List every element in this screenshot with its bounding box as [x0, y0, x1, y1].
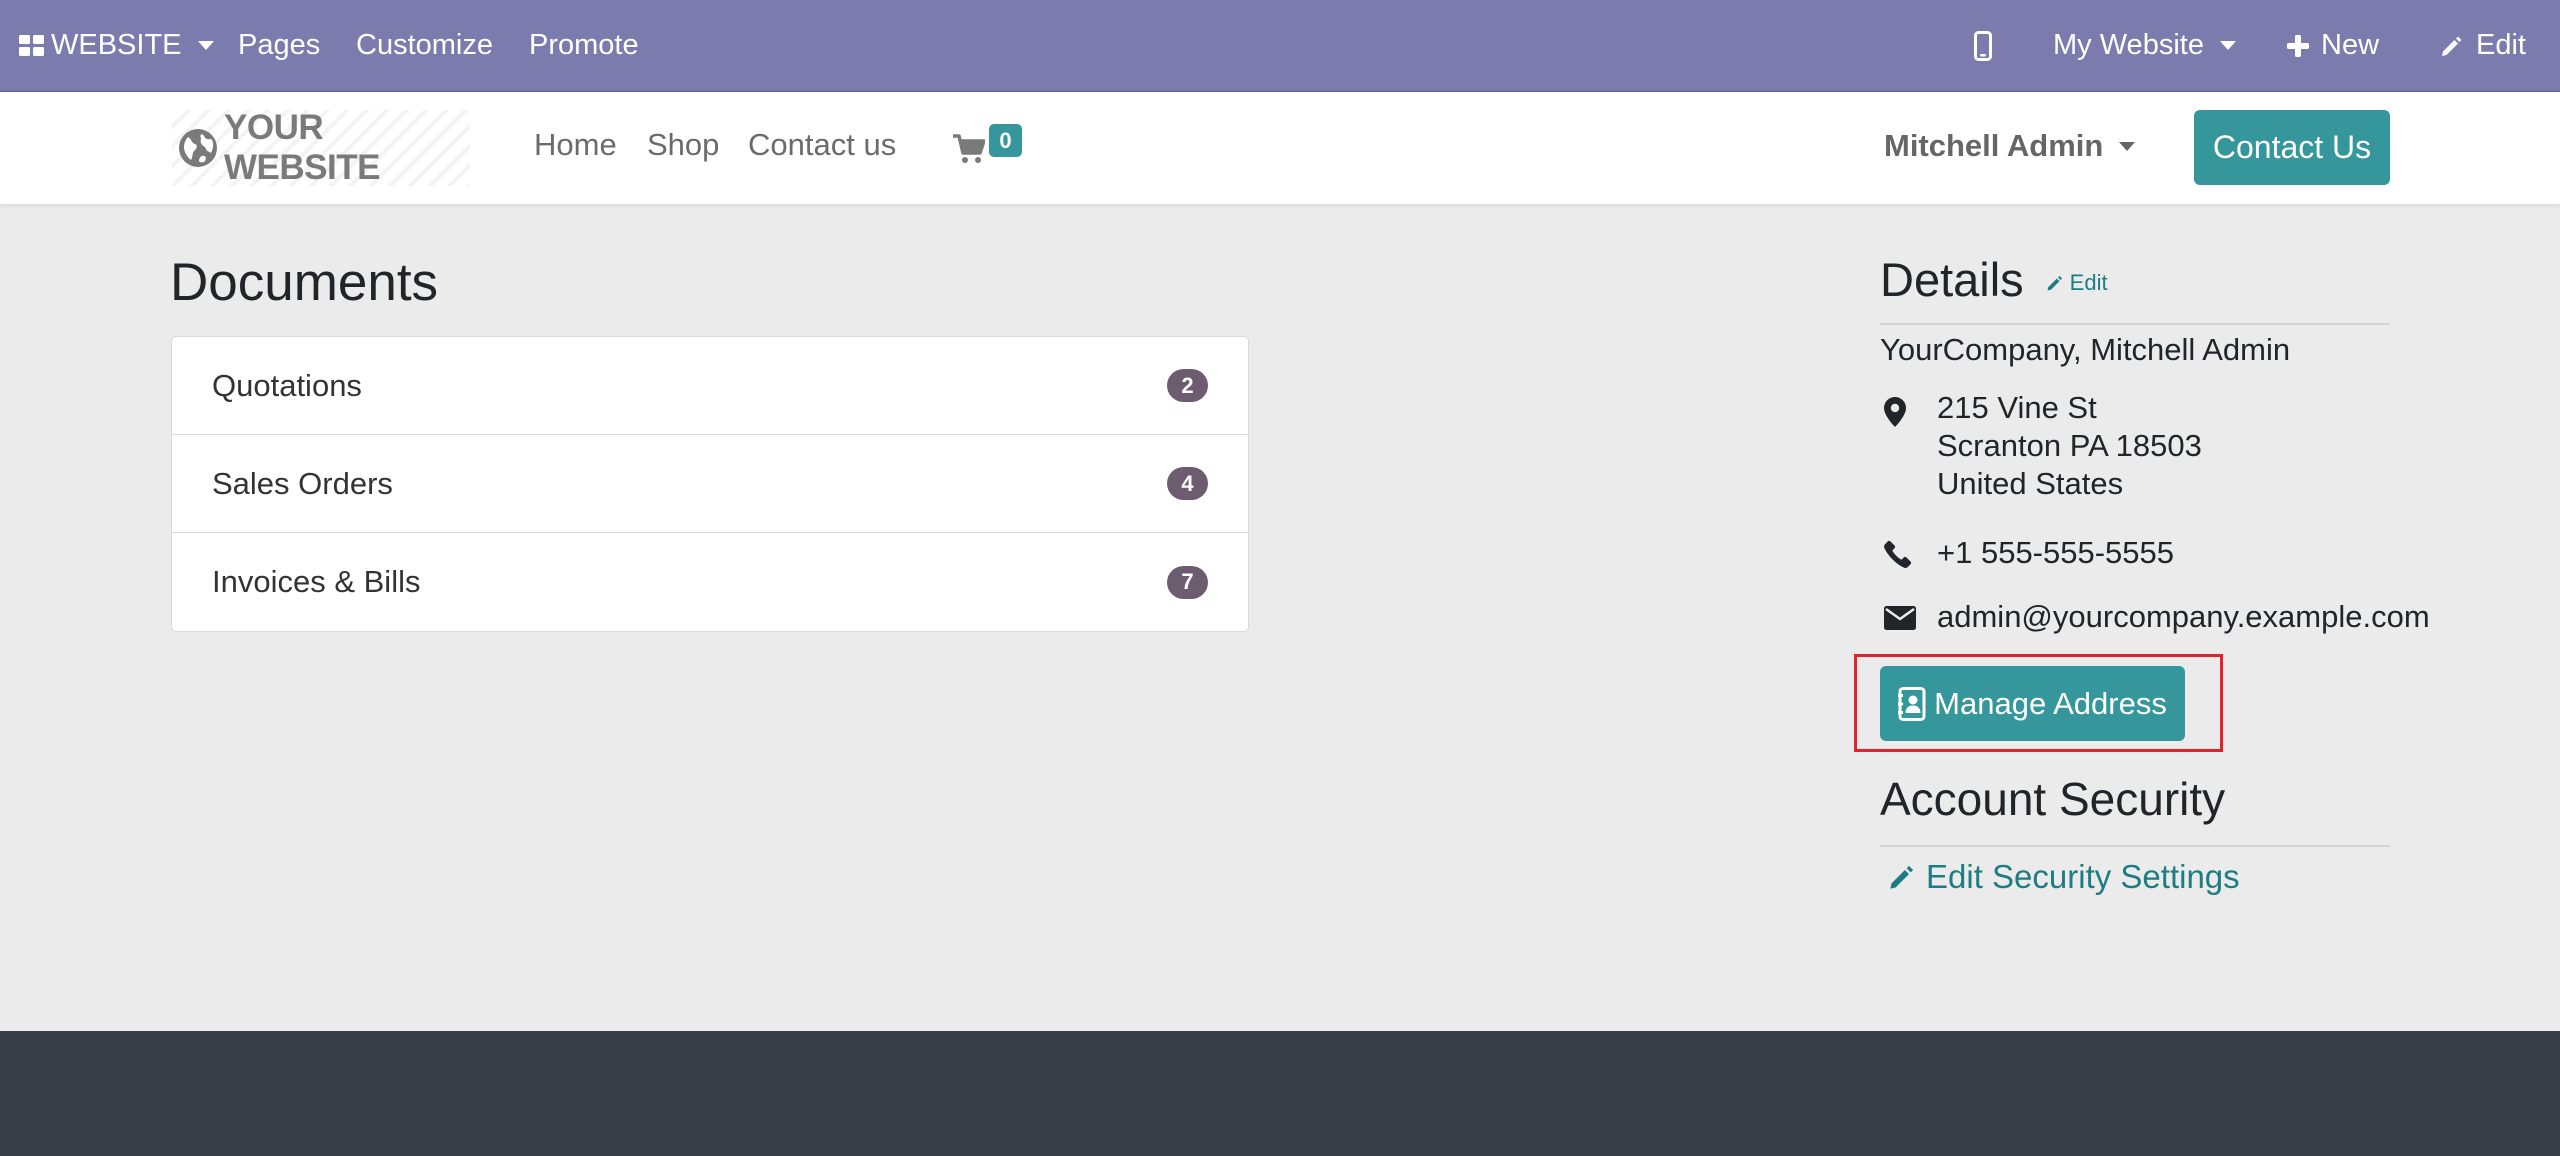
- details-edit-link[interactable]: Edit: [2046, 270, 2108, 296]
- nav-shop[interactable]: Shop: [647, 127, 719, 163]
- apps-menu[interactable]: WEBSITE: [19, 0, 214, 91]
- pencil-icon: [1888, 863, 1916, 891]
- nav-contact-us[interactable]: Contact us: [748, 127, 896, 163]
- edit-label: Edit: [2476, 29, 2526, 61]
- details-title: Details: [1880, 253, 2024, 306]
- address-city: Scranton PA 18503: [1937, 428, 2202, 463]
- new-label: New: [2321, 29, 2380, 61]
- site-logo[interactable]: YOUR WEBSITE: [172, 108, 470, 187]
- list-item-quotations[interactable]: Quotations 2: [172, 337, 1248, 435]
- envelope-icon: [1884, 606, 1916, 630]
- list-item-sales-orders[interactable]: Sales Orders 4: [172, 435, 1248, 533]
- pencil-icon: [2046, 274, 2064, 292]
- website-switcher-label: My Website: [2053, 29, 2204, 61]
- company-name: YourCompany, Mitchell Admin: [1880, 332, 2291, 367]
- documents-title: Documents: [170, 253, 439, 312]
- apps-grid-icon: [19, 34, 45, 57]
- email-address: admin@yourcompany.example.com: [1937, 599, 2430, 634]
- manage-address-label: Manage Address: [1934, 685, 2167, 721]
- chevron-down-icon: [197, 41, 214, 50]
- cart-count-badge: 0: [989, 124, 1022, 157]
- page-footer: [0, 1031, 2560, 1156]
- account-security-title: Account Security: [1880, 772, 2390, 847]
- count-badge: 2: [1167, 369, 1208, 402]
- app-name: WEBSITE: [51, 29, 182, 61]
- menu-promote[interactable]: Promote: [529, 0, 639, 91]
- contact-us-button[interactable]: Contact Us: [2194, 110, 2390, 185]
- map-marker-icon: [1884, 397, 1906, 427]
- website-switcher[interactable]: My Website: [2053, 0, 2236, 91]
- user-name: Mitchell Admin: [1884, 128, 2104, 163]
- count-badge: 4: [1167, 467, 1208, 500]
- edit-page-button[interactable]: Edit: [2440, 0, 2526, 91]
- shopping-cart-icon: [953, 134, 985, 164]
- list-item-invoices-bills[interactable]: Invoices & Bills 7: [172, 533, 1248, 631]
- menu-pages-label: Pages: [238, 29, 321, 61]
- admin-navbar: WEBSITE Pages Customize Promote My Websi…: [0, 0, 2560, 91]
- phone-icon: [1884, 540, 1912, 568]
- mobile-phone-icon: [1974, 30, 1992, 61]
- list-item-label: Invoices & Bills: [212, 564, 421, 599]
- details-edit-label: Edit: [2069, 270, 2108, 295]
- menu-promote-label: Promote: [529, 29, 639, 61]
- user-dropdown[interactable]: Mitchell Admin: [1884, 128, 2136, 164]
- globe-icon: [178, 128, 218, 168]
- address-book-icon: [1898, 686, 1926, 721]
- chevron-down-icon: [2219, 41, 2236, 50]
- details-header: Details Edit: [1880, 252, 2390, 325]
- new-content-button[interactable]: New: [2287, 0, 2379, 91]
- menu-pages[interactable]: Pages: [238, 0, 320, 91]
- plus-icon: [2287, 34, 2309, 57]
- list-item-label: Quotations: [212, 367, 362, 403]
- pencil-icon: [2440, 34, 2464, 58]
- chevron-down-icon: [2119, 141, 2136, 151]
- list-item-label: Sales Orders: [212, 465, 393, 501]
- site-header: YOUR WEBSITE: [0, 91, 2560, 204]
- nav-home[interactable]: Home: [534, 127, 617, 163]
- menu-customize[interactable]: Customize: [356, 0, 493, 91]
- phone-number: +1 555-555-5555: [1937, 535, 2175, 570]
- logo-text: YOUR WEBSITE: [224, 108, 380, 187]
- documents-list: Quotations 2 Sales Orders 4 Invoices & B…: [171, 336, 1249, 632]
- count-badge: 7: [1167, 565, 1208, 599]
- address-block: 215 Vine St Scranton PA 18503 United Sta…: [1937, 389, 2202, 503]
- address-street: 215 Vine St: [1937, 390, 2097, 425]
- edit-security-settings-label: Edit Security Settings: [1926, 858, 2240, 895]
- menu-customize-label: Customize: [356, 29, 493, 61]
- manage-address-button[interactable]: Manage Address: [1880, 666, 2185, 741]
- address-country: United States: [1937, 466, 2124, 501]
- edit-security-settings-link[interactable]: Edit Security Settings: [1888, 858, 2240, 896]
- mobile-preview-button[interactable]: [1974, 0, 1992, 91]
